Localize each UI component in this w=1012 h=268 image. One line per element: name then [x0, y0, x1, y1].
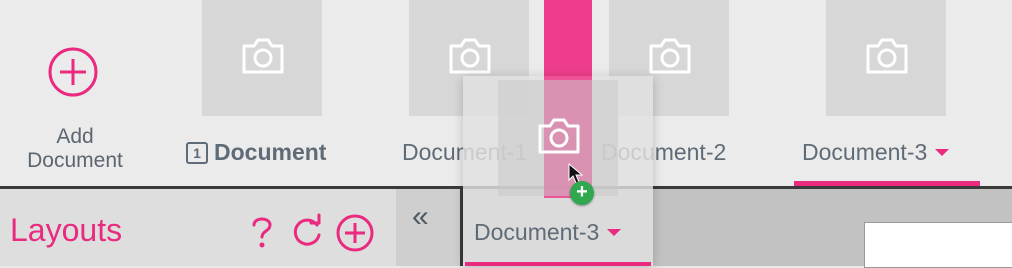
drop-add-badge-icon: +: [570, 181, 594, 205]
document-thumbnail[interactable]: [202, 0, 322, 116]
dropdown-caret-icon: [607, 229, 622, 236]
camera-icon: [866, 38, 908, 74]
drag-preview-thumbnail: [498, 80, 618, 196]
document-tab-label[interactable]: Document-3: [802, 139, 950, 166]
dropdown-caret-icon[interactable]: [935, 149, 950, 156]
camera-icon: [449, 38, 491, 74]
camera-icon: [242, 38, 284, 74]
document-number-badge: 1: [186, 142, 208, 164]
selected-document-underline: [794, 181, 980, 186]
layouts-title: Layouts: [10, 212, 123, 248]
add-document-button[interactable]: Add Document: [20, 44, 130, 174]
help-icon[interactable]: [246, 213, 278, 251]
document-tab-label[interactable]: 1 Document: [186, 139, 326, 166]
collapse-sidebar-button[interactable]: «: [412, 200, 429, 234]
document-thumbnail[interactable]: [826, 0, 946, 116]
camera-icon: [649, 38, 691, 74]
drag-preview-label: Document-3: [474, 219, 622, 246]
refresh-icon[interactable]: [289, 213, 325, 251]
plus-circle-icon: [48, 47, 98, 97]
camera-icon: [538, 118, 580, 154]
add-icon[interactable]: [335, 213, 375, 253]
drag-preview-underline: [465, 262, 651, 266]
add-document-label: Add Document: [27, 125, 123, 172]
layout-page[interactable]: [864, 222, 1012, 268]
